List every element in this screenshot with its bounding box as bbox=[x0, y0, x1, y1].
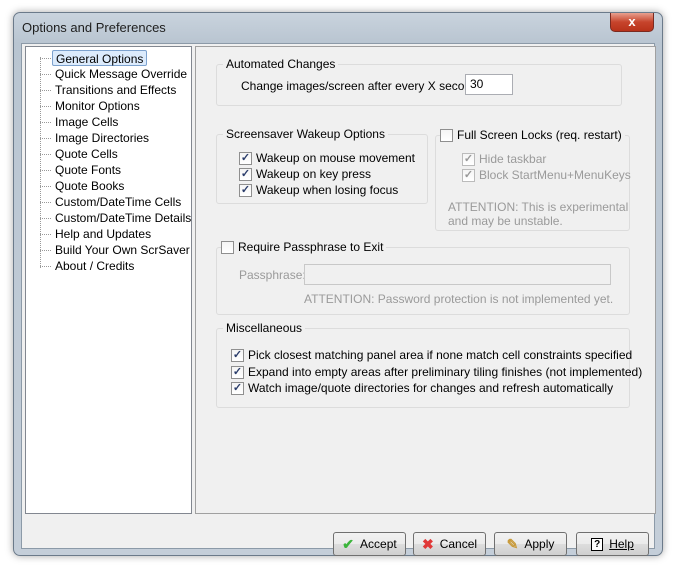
wakeup-group: Screensaver Wakeup Options ✓ Wakeup on mo… bbox=[216, 127, 428, 204]
tree-item[interactable]: Monitor Options bbox=[52, 98, 143, 114]
checkbox-label: Hide taskbar bbox=[479, 152, 547, 166]
close-button[interactable]: x bbox=[610, 13, 654, 32]
tree-item[interactable]: About / Credits bbox=[52, 258, 137, 274]
tree-line bbox=[40, 234, 51, 235]
tree-line bbox=[40, 250, 51, 251]
checkbox-box: ✓ bbox=[231, 348, 244, 362]
tree-line bbox=[40, 218, 51, 219]
button-label: Accept bbox=[360, 537, 397, 551]
options-window: Options and Preferences x General Option… bbox=[13, 12, 663, 556]
checkbox-label: Watch image/quote directories for change… bbox=[248, 381, 614, 395]
options-tree: General Options Quick Message Override Tra… bbox=[25, 46, 192, 514]
tree-item[interactable]: General Options bbox=[52, 50, 148, 66]
tree-item[interactable]: Quote Fonts bbox=[52, 162, 124, 178]
cancel-button[interactable]: ✖ Cancel bbox=[413, 532, 486, 556]
tree-line bbox=[40, 122, 51, 123]
client-area: General Options Quick Message Override Tra… bbox=[21, 43, 656, 556]
window-title: Options and Preferences bbox=[22, 20, 166, 35]
checkbox-label: Full Screen Locks (req. restart) bbox=[457, 128, 622, 142]
checkbox-box: ✓ bbox=[462, 152, 475, 166]
tree-line bbox=[40, 58, 51, 59]
locks-note: and may be unstable. bbox=[448, 214, 563, 228]
tree-item[interactable]: Image Directories bbox=[52, 130, 152, 146]
tree-line bbox=[40, 186, 51, 187]
tree-line bbox=[40, 106, 51, 107]
wakeup-key-checkbox[interactable]: ✓ Wakeup on key press bbox=[239, 167, 371, 181]
pencil-icon: ✎ bbox=[506, 535, 519, 552]
checkbox-box: ✓ bbox=[239, 167, 252, 181]
tree-line bbox=[40, 74, 51, 75]
cancel-x-icon: ✖ bbox=[421, 535, 434, 552]
tree-item[interactable]: Image Cells bbox=[52, 114, 121, 130]
block-startmenu-checkbox[interactable]: ✓ Block StartMenu+MenuKeys bbox=[462, 168, 631, 182]
passphrase-note: ATTENTION: Password protection is not im… bbox=[304, 292, 614, 306]
group-title: Automated Changes bbox=[223, 57, 339, 71]
apply-button[interactable]: ✎ Apply bbox=[494, 532, 567, 556]
tree-item[interactable]: Transitions and Effects bbox=[52, 82, 179, 98]
checkbox-box: ✓ bbox=[231, 365, 244, 379]
checkbox-label: Wakeup when losing focus bbox=[256, 183, 399, 197]
checkbox-box: ✓ bbox=[231, 381, 244, 395]
button-label: Apply bbox=[524, 537, 555, 551]
tree-line bbox=[40, 138, 51, 139]
tree-line bbox=[40, 202, 51, 203]
seconds-input[interactable]: 30 bbox=[465, 74, 513, 95]
general-options-panel: Automated Changes Change images/screen a… bbox=[195, 46, 656, 514]
checkmark-icon: ✔ bbox=[342, 535, 355, 552]
tree-item[interactable]: Build Your Own ScrSaver bbox=[52, 242, 193, 258]
tree-line bbox=[40, 57, 41, 268]
watch-directories-checkbox[interactable]: ✓ Watch image/quote directories for chang… bbox=[231, 381, 613, 395]
checkbox-label: Expand into empty areas after preliminar… bbox=[248, 365, 643, 379]
checkbox-label: Require Passphrase to Exit bbox=[238, 240, 384, 254]
checkbox-label: Wakeup on key press bbox=[256, 167, 371, 181]
require-passphrase-checkbox[interactable]: Require Passphrase to Exit bbox=[221, 240, 387, 254]
tree-line bbox=[40, 90, 51, 91]
seconds-label: Change images/screen after every X secon… bbox=[241, 79, 488, 93]
checkbox-box: ✓ bbox=[239, 183, 252, 197]
pick-closest-checkbox[interactable]: ✓ Pick closest matching panel area if non… bbox=[231, 348, 632, 362]
help-question-icon: ? bbox=[591, 537, 604, 551]
tree-line bbox=[40, 266, 51, 267]
checkbox-box: ✓ bbox=[239, 151, 252, 165]
wakeup-mouse-checkbox[interactable]: ✓ Wakeup on mouse movement bbox=[239, 151, 415, 165]
tree-line bbox=[40, 170, 51, 171]
checkbox-box bbox=[440, 128, 453, 142]
group-title: Miscellaneous bbox=[223, 321, 306, 335]
wakeup-focus-checkbox[interactable]: ✓ Wakeup when losing focus bbox=[239, 183, 398, 197]
passphrase-label: Passphrase: bbox=[239, 268, 306, 282]
checkbox-box: ✓ bbox=[462, 168, 475, 182]
tree-item[interactable]: Quote Cells bbox=[52, 146, 121, 162]
hide-taskbar-checkbox[interactable]: ✓ Hide taskbar bbox=[462, 152, 546, 166]
checkbox-label: Wakeup on mouse movement bbox=[256, 151, 415, 165]
passphrase-input[interactable] bbox=[304, 264, 611, 285]
checkbox-box bbox=[221, 240, 234, 254]
miscellaneous-group: Miscellaneous ✓ Pick closest matching pan… bbox=[216, 321, 642, 408]
button-label: Cancel bbox=[439, 537, 478, 551]
locks-note: ATTENTION: This is experimental bbox=[448, 200, 629, 214]
expand-empty-checkbox[interactable]: ✓ Expand into empty areas after prelimina… bbox=[231, 365, 642, 379]
passphrase-group: Require Passphrase to Exit Passphrase: A… bbox=[216, 240, 630, 315]
group-title: Screensaver Wakeup Options bbox=[223, 127, 388, 141]
automated-changes-group: Automated Changes Change images/screen a… bbox=[216, 57, 622, 106]
button-label: Help bbox=[609, 537, 634, 551]
checkbox-label: Block StartMenu+MenuKeys bbox=[479, 168, 631, 182]
help-button[interactable]: ? Help bbox=[576, 532, 649, 556]
accept-button[interactable]: ✔ Accept bbox=[333, 532, 406, 556]
tree-item[interactable]: Quick Message Override bbox=[52, 66, 190, 82]
tree-item[interactable]: Custom/DateTime Details bbox=[52, 210, 194, 226]
tree-line bbox=[40, 154, 51, 155]
checkbox-label: Pick closest matching panel area if none… bbox=[248, 348, 633, 362]
tree-item[interactable]: Help and Updates bbox=[52, 226, 154, 242]
tree-item[interactable]: Quote Books bbox=[52, 178, 127, 194]
full-screen-locks-checkbox[interactable]: Full Screen Locks (req. restart) bbox=[440, 128, 625, 142]
full-screen-locks-group: Full Screen Locks (req. restart) ✓ Hide t… bbox=[435, 128, 631, 231]
tree-item[interactable]: Custom/DateTime Cells bbox=[52, 194, 184, 210]
